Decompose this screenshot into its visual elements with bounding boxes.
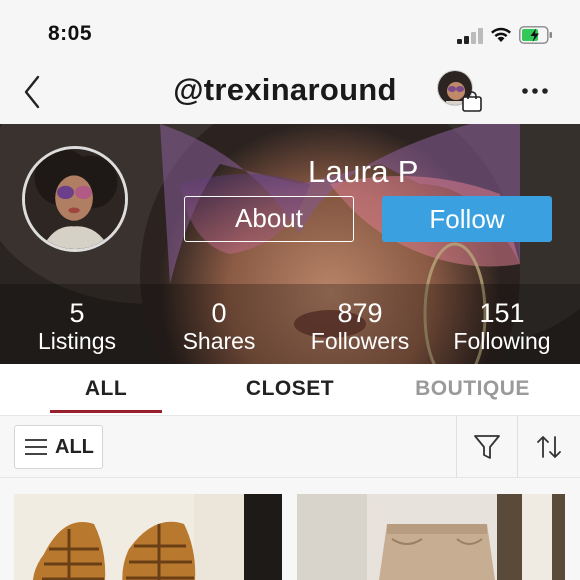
stat-label: Following [453,328,551,354]
status-bar: 8:05 [0,0,580,62]
battery-icon [519,26,552,44]
about-button[interactable]: About [184,196,354,242]
stat-listings[interactable]: 5 Listings [7,298,147,354]
stat-label: Followers [310,328,410,354]
profile-avatar[interactable] [22,146,128,252]
shopping-bag-icon [462,91,482,112]
page-title: @trexinaround [173,72,397,107]
status-time: 8:05 [48,22,93,45]
profile-header: Laura P About Follow 5 Listings 0 Shares… [0,124,580,364]
divider [517,416,518,478]
follow-button[interactable]: Follow [382,196,552,242]
filter-funnel-icon[interactable] [473,433,501,461]
tab-all[interactable]: ALL [50,364,162,416]
stat-shares[interactable]: 0 Shares [149,298,289,354]
listing-card-skirt[interactable] [297,494,565,580]
listing-card-sandals[interactable] [14,494,282,580]
sort-arrows-icon[interactable] [535,433,563,461]
category-filter-label: ALL [55,436,94,458]
display-name: Laura P [308,154,419,189]
divider [456,416,457,478]
filter-bar: ALL [0,416,580,478]
shop-avatar-button[interactable] [437,70,482,114]
tab-boutique[interactable]: BOUTIQUE [400,364,545,416]
wifi-icon [491,27,511,42]
closet-tabs: ALL CLOSET BOUTIQUE [0,364,580,416]
stat-value: 151 [479,298,525,328]
nav-bar: @trexinaround [0,62,580,124]
more-icon[interactable] [518,76,552,106]
stat-value: 0 [211,298,227,328]
stat-following[interactable]: 151 Following [432,298,572,354]
tab-closet[interactable]: CLOSET [220,364,360,416]
stat-label: Shares [182,328,256,354]
category-filter-button[interactable]: ALL [14,425,103,469]
listings-grid [0,478,580,580]
stat-label: Listings [38,328,116,354]
stat-followers[interactable]: 879 Followers [290,298,430,354]
signal-icon [457,28,485,44]
stat-value: 5 [69,298,85,328]
active-tab-indicator [50,410,162,413]
stat-value: 879 [337,298,383,328]
hamburger-icon [25,439,47,455]
